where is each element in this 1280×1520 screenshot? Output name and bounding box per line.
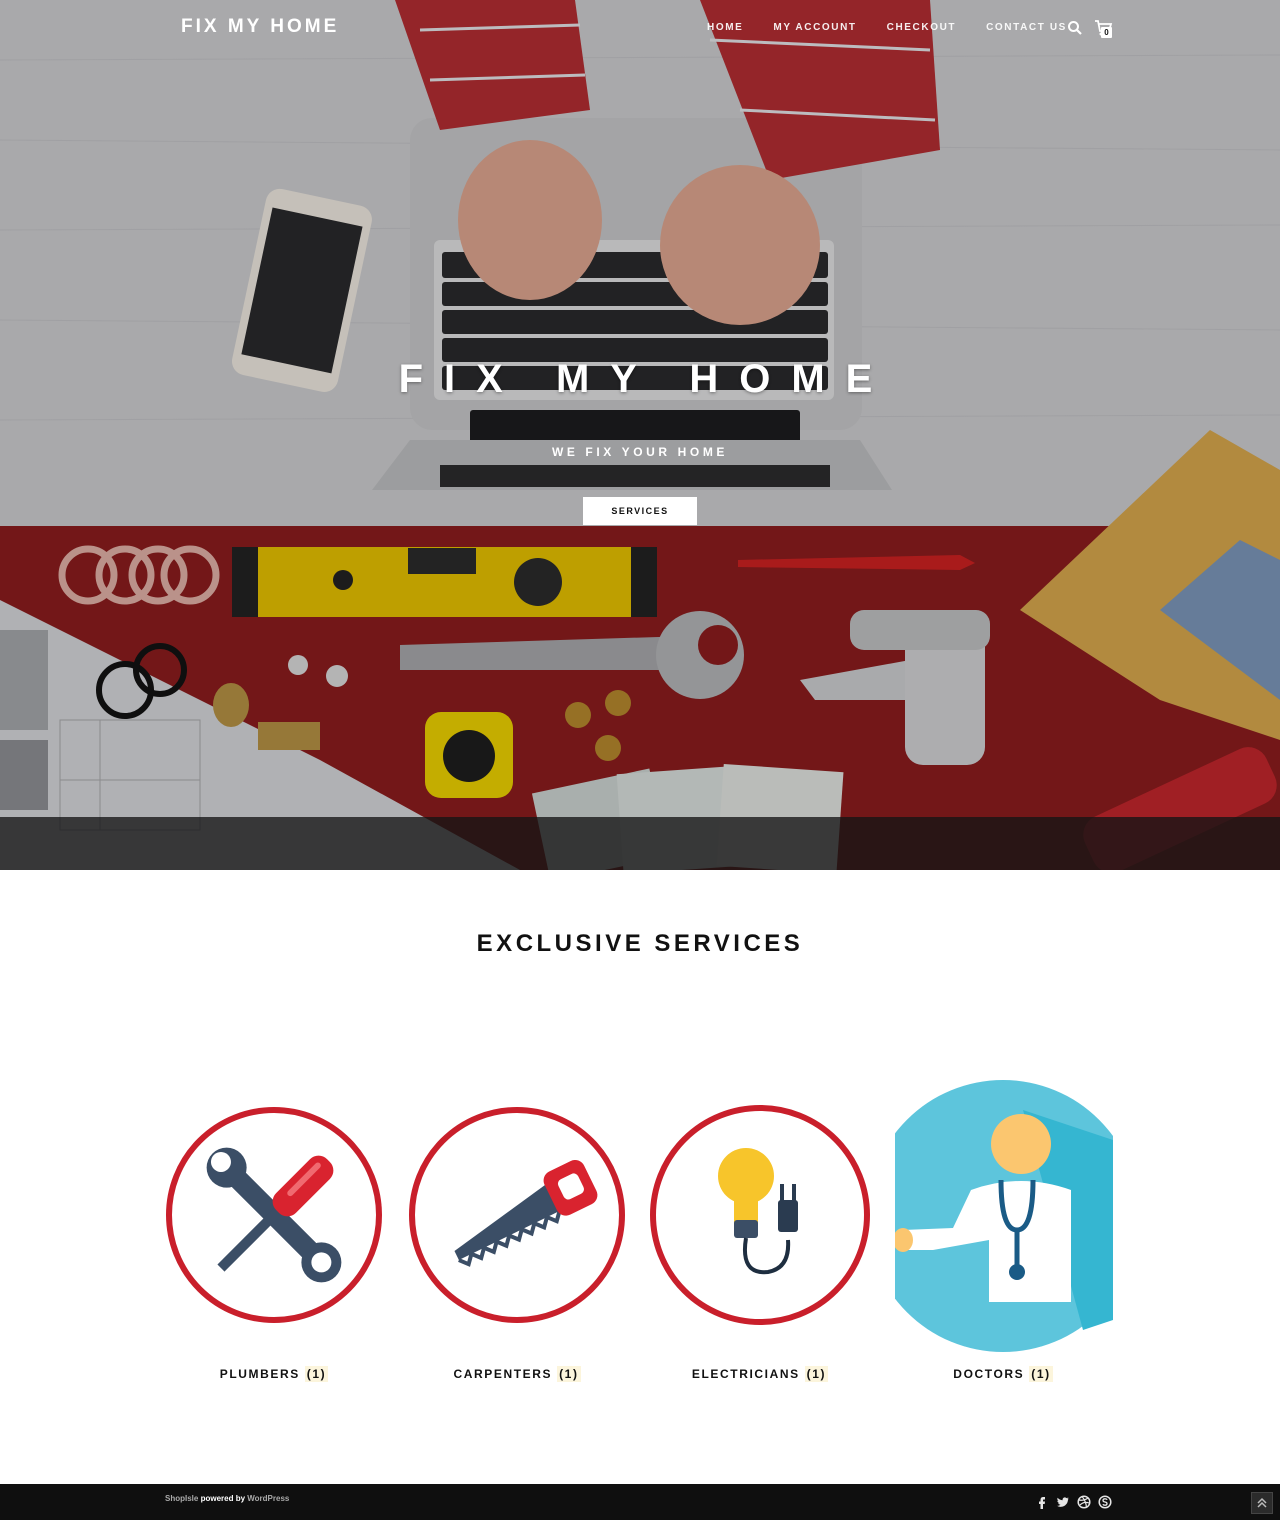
services-button[interactable]: SERVICES — [583, 497, 697, 525]
site-logo[interactable]: FIX MY HOME — [181, 16, 339, 38]
powered-text: powered by — [200, 1494, 246, 1503]
footer-credit: ShopIsle powered by WordPress — [165, 1494, 289, 1503]
dribbble-icon[interactable] — [1077, 1495, 1091, 1509]
category-plumbers[interactable]: PLUMBERS (1) — [164, 1080, 384, 1390]
hero-section: FIX MY HOME HOME MY ACCOUNT CHECKOUT CON… — [0, 0, 1280, 870]
menu-item-contact-us[interactable]: CONTACT US — [986, 22, 1067, 33]
navbar: FIX MY HOME HOME MY ACCOUNT CHECKOUT CON… — [0, 0, 1280, 56]
facebook-icon[interactable] — [1035, 1495, 1049, 1509]
cart-count-badge: 0 — [1101, 27, 1112, 38]
skype-icon[interactable] — [1098, 1495, 1112, 1509]
category-doctors[interactable]: DOCTORS (1) — [893, 1080, 1113, 1390]
theme-link[interactable]: ShopIsle — [165, 1494, 198, 1503]
category-count: (1) — [304, 1366, 329, 1382]
footer: ShopIsle powered by WordPress — [0, 1484, 1280, 1520]
saw-icon[interactable] — [407, 1080, 627, 1352]
category-label[interactable]: CARPENTERS (1) — [407, 1366, 627, 1382]
category-label[interactable]: PLUMBERS (1) — [164, 1366, 384, 1382]
hero-background-image — [0, 0, 1280, 870]
doctor-icon[interactable] — [893, 1080, 1113, 1352]
hero-subtitle: WE FIX YOUR HOME — [551, 445, 729, 459]
section-title: EXCLUSIVE SERVICES — [476, 930, 804, 957]
twitter-icon[interactable] — [1056, 1495, 1070, 1509]
menu-item-home[interactable]: HOME — [707, 22, 743, 33]
category-carpenters[interactable]: CARPENTERS (1) — [407, 1080, 627, 1390]
search-icon[interactable] — [1067, 20, 1083, 36]
category-count: (1) — [804, 1366, 829, 1382]
scroll-to-top-button[interactable] — [1251, 1492, 1273, 1514]
category-label[interactable]: DOCTORS (1) — [893, 1366, 1113, 1382]
category-electricians[interactable]: ELECTRICIANS (1) — [650, 1080, 870, 1390]
wrench-screwdriver-icon[interactable] — [164, 1080, 384, 1352]
category-count: (1) — [557, 1366, 581, 1382]
hero-bottom-shade — [0, 817, 1280, 870]
main-menu: HOME MY ACCOUNT CHECKOUT CONTACT US — [707, 22, 1097, 33]
hero-title: FIX MY HOME — [398, 357, 894, 401]
wordpress-link[interactable]: WordPress — [247, 1494, 289, 1503]
category-label[interactable]: ELECTRICIANS (1) — [650, 1366, 870, 1382]
lightbulb-plug-icon[interactable] — [650, 1080, 870, 1352]
category-count: (1) — [1029, 1366, 1053, 1382]
menu-item-checkout[interactable]: CHECKOUT — [887, 22, 956, 33]
menu-item-my-account[interactable]: MY ACCOUNT — [773, 22, 856, 33]
